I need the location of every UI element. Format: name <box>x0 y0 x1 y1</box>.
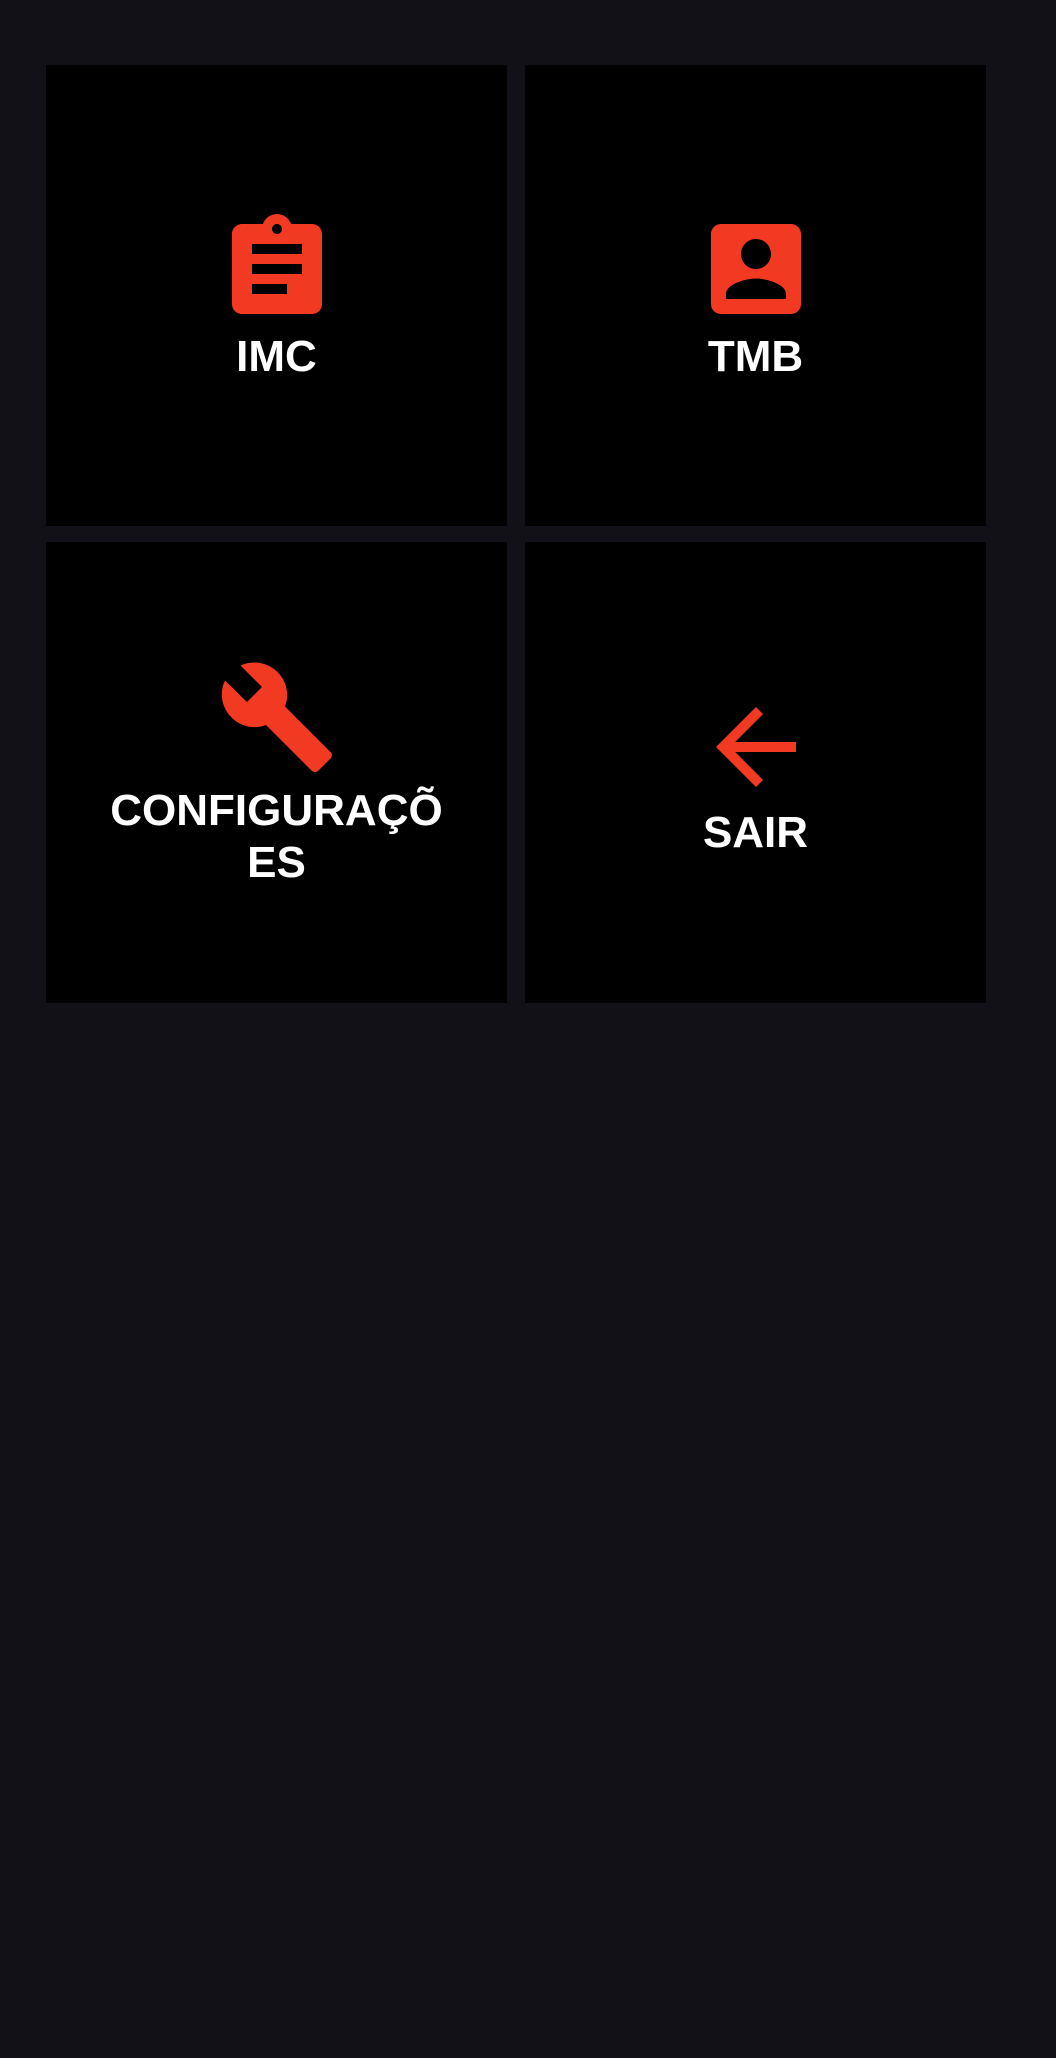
person-card-icon <box>696 209 816 329</box>
menu-label-configuracoes: CONFIGURAÇÕES <box>110 785 443 887</box>
main-menu-grid: IMC TMB CONFIGURAÇÕES SAIR <box>46 65 986 1003</box>
menu-tile-sair[interactable]: SAIR <box>525 542 986 1003</box>
arrow-left-icon <box>696 687 816 807</box>
menu-label-imc: IMC <box>236 331 317 381</box>
menu-tile-tmb[interactable]: TMB <box>525 65 986 526</box>
menu-tile-configuracoes[interactable]: CONFIGURAÇÕES <box>46 542 507 1003</box>
menu-tile-imc[interactable]: IMC <box>46 65 507 526</box>
menu-label-sair: SAIR <box>702 807 809 857</box>
clipboard-icon <box>217 209 337 329</box>
menu-label-tmb: TMB <box>707 331 804 381</box>
wrench-icon <box>217 657 337 777</box>
